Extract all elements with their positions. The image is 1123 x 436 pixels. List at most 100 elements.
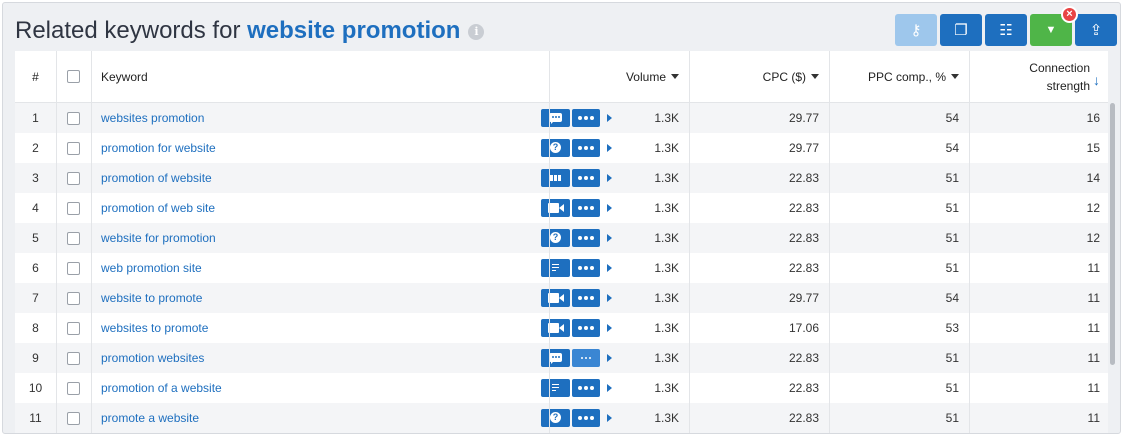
col-header-ppc[interactable]: PPC comp., % [829,51,969,102]
export-button[interactable]: ⇪ [1075,14,1117,46]
row-checkbox[interactable] [67,111,80,125]
table-row[interactable]: 6 web promotion site 1.3K 22.83 51 11 [15,253,1108,283]
table-row[interactable]: 5 website for promotion? 1.3K 22.83 51 12 [15,223,1108,253]
column-divider [91,313,92,343]
table-row[interactable]: 9 promotion websites 1.3K 22.83 51 11 [15,343,1108,373]
sort-connection-icon[interactable]: ↓ [1093,72,1100,88]
column-divider [689,103,690,133]
column-divider [969,133,970,163]
sort-ppc-icon[interactable] [951,74,959,79]
row-checkbox[interactable] [67,201,80,215]
keyword-link[interactable]: promotion for website [101,141,216,155]
col-header-volume[interactable]: Volume [549,51,689,102]
keyword-cell: promote a website? [91,403,612,433]
select-all-checkbox[interactable] [67,70,80,83]
ppc-cell: 51 [945,171,959,185]
row-checkbox[interactable] [67,381,80,395]
cpc-cell: 22.83 [788,381,819,395]
table-row[interactable]: 8 websites to promote 1.3K 17.06 53 11 [15,313,1108,343]
row-select[interactable] [56,253,91,283]
clear-filter-icon[interactable]: × [1061,6,1078,23]
keyword-cell: website to promote [91,283,612,313]
row-checkbox[interactable] [67,141,80,155]
row-select[interactable] [56,103,91,133]
keyword-link[interactable]: promotion of a website [101,381,222,395]
column-divider [56,51,57,103]
row-select[interactable] [56,163,91,193]
sort-cpc-icon[interactable] [811,74,819,79]
row-checkbox[interactable] [67,231,80,245]
column-divider [549,373,550,403]
column-divider [91,403,92,433]
table-row[interactable]: 1 websites promotion 1.3K 29.77 54 16 [15,103,1108,133]
connection-cell: 11 [1087,321,1100,335]
column-divider [829,51,830,103]
filter-icon: ▼ [1045,24,1057,36]
copy-button[interactable]: ❐ [940,14,982,46]
connection-cell: 11 [1087,291,1100,305]
keyword-link[interactable]: promotion of website [101,171,212,185]
row-select[interactable] [56,343,91,373]
col-header-keyword[interactable]: Keyword [91,51,549,102]
cpc-cell: 29.77 [788,291,819,305]
row-checkbox[interactable] [67,171,80,185]
ppc-cell: 51 [945,231,959,245]
column-divider [91,373,92,403]
column-divider [549,403,550,433]
key-button[interactable]: ⚷ [895,14,937,46]
row-select[interactable] [56,403,91,433]
column-divider [549,193,550,223]
title-prefix: Related keywords for [15,17,248,44]
keyword-link[interactable]: promotion of web site [101,201,215,215]
column-divider [829,283,830,313]
keyword-link[interactable]: web promotion site [101,261,202,275]
panel-header: Related keywords for website promotion i … [3,3,1120,53]
column-divider [969,403,970,433]
row-checkbox[interactable] [67,261,80,275]
row-checkbox[interactable] [67,321,80,335]
column-divider [91,133,92,163]
col-header-select-all[interactable] [56,51,91,102]
column-divider [829,103,830,133]
ppc-cell: 54 [945,291,959,305]
row-select[interactable] [56,373,91,403]
export-icon: ⇪ [1089,22,1103,39]
column-divider [829,193,830,223]
row-checkbox[interactable] [67,351,80,365]
table-row[interactable]: 7 website to promote 1.3K 29.77 54 11 [15,283,1108,313]
keyword-link[interactable]: promotion websites [101,351,204,365]
column-divider [91,253,92,283]
row-select[interactable] [56,133,91,163]
table-row[interactable]: 10 promotion of a website 1.3K 22.83 51 11 [15,373,1108,403]
keyword-link[interactable]: websites to promote [101,321,208,335]
col-header-connection-label: Connection strength [1029,59,1090,95]
columns-button[interactable]: ☷ [985,14,1027,46]
key-icon: ⚷ [910,22,922,39]
column-divider [969,193,970,223]
col-header-cpc[interactable]: CPC ($) [689,51,829,102]
table-row[interactable]: 2 promotion for website? 1.3K 29.77 54 15 [15,133,1108,163]
row-select[interactable] [56,193,91,223]
scrollbar-thumb[interactable] [1110,103,1115,365]
column-divider [56,133,57,163]
row-select[interactable] [56,283,91,313]
column-divider [829,133,830,163]
row-select[interactable] [56,313,91,343]
keyword-link[interactable]: website to promote [101,291,202,305]
keyword-link[interactable]: promote a website [101,411,199,425]
keyword-cell: website for promotion? [91,223,612,253]
info-icon[interactable]: i [468,23,485,40]
keyword-link[interactable]: website for promotion [101,231,216,245]
table-row[interactable]: 11 promote a website? 1.3K 22.83 51 11 [15,403,1108,433]
column-divider [549,51,550,103]
col-header-connection[interactable]: Connection strength ↓ [969,51,1108,102]
table-row[interactable]: 3 promotion of website 1.3K 22.83 51 14 [15,163,1108,193]
sort-volume-icon[interactable] [671,74,679,79]
row-select[interactable] [56,223,91,253]
keyword-link[interactable]: websites promotion [101,111,204,125]
row-checkbox[interactable] [67,291,80,305]
row-checkbox[interactable] [67,411,80,425]
table-row[interactable]: 4 promotion of web site 1.3K 22.83 51 12 [15,193,1108,223]
ppc-cell: 53 [945,321,959,335]
column-divider [689,223,690,253]
